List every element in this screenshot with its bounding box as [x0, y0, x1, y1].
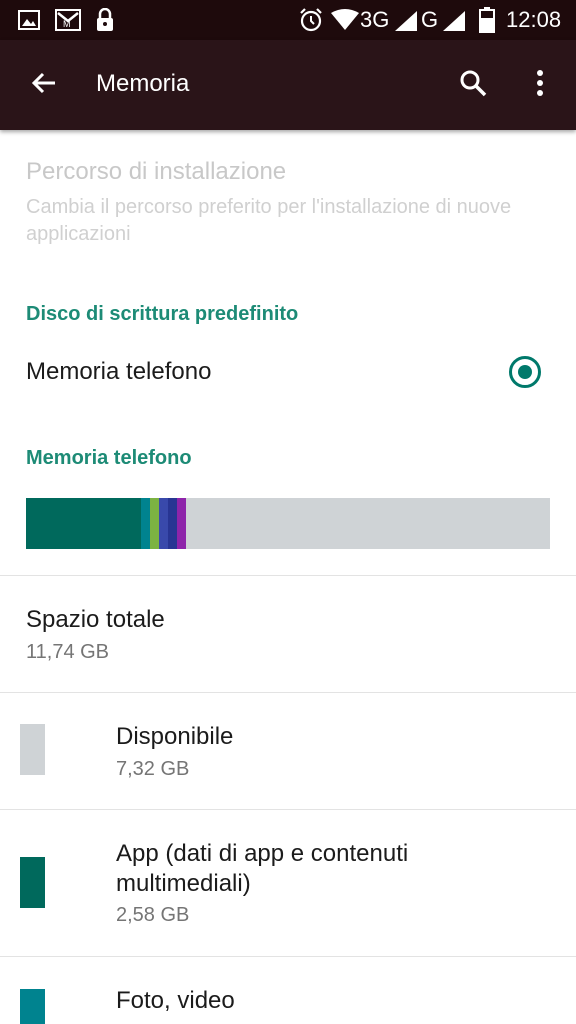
signal-icon: [394, 10, 418, 37]
page-title: Memoria: [96, 70, 190, 97]
storage-item-value: 2,58 GB: [116, 904, 190, 926]
total-space-title: Spazio totale: [26, 606, 165, 633]
mail-icon: M: [55, 9, 81, 36]
divider: [0, 809, 576, 810]
more-options-button[interactable]: [516, 61, 564, 109]
alarm-icon: [298, 7, 324, 38]
divider: [0, 575, 576, 576]
search-button[interactable]: [449, 61, 497, 109]
storage-bar-segment-downloads: [159, 498, 168, 549]
storage-color-swatch: [20, 857, 45, 908]
svg-text:M: M: [63, 19, 71, 29]
more-vert-icon: [536, 69, 544, 102]
storage-usage-bar: [26, 498, 550, 549]
default-disk-radio[interactable]: [509, 356, 541, 388]
storage-item-title: Foto, video: [116, 987, 235, 1014]
storage-bar-segment-apps: [26, 498, 141, 549]
gallery-icon: [18, 10, 40, 35]
storage-bar-segment-cache: [168, 498, 177, 549]
app-toolbar: Memoria: [0, 40, 576, 130]
default-disk-option-label: Memoria telefono: [26, 358, 212, 385]
storage-bar-segment-photos: [141, 498, 150, 549]
default-disk-header: Disco di scrittura predefinito: [26, 303, 299, 325]
network-type-3g: 3G: [360, 7, 390, 32]
battery-icon: [479, 7, 495, 38]
divider: [0, 692, 576, 693]
back-button[interactable]: [20, 61, 68, 109]
storage-bar-segment-audio: [150, 498, 159, 549]
storage-item-title: Disponibile: [116, 723, 234, 750]
storage-color-swatch: [20, 989, 45, 1024]
phone-storage-header: Memoria telefono: [26, 447, 192, 469]
search-icon: [459, 69, 487, 102]
install-path-summary: Cambia il percorso preferito per l'insta…: [26, 196, 512, 245]
status-bar: M 3G G 12:08: [0, 0, 576, 40]
storage-bar-segment-misc: [177, 498, 186, 549]
storage-item-value: 7,32 GB: [116, 758, 190, 780]
install-path-title: Percorso di installazione: [26, 158, 287, 185]
status-time: 12:08: [506, 7, 562, 32]
storage-color-swatch: [20, 724, 45, 775]
divider: [0, 956, 576, 957]
radio-selected-dot: [518, 365, 532, 379]
signal-icon: [442, 10, 466, 37]
storage-item-title: App (dati di app e contenuti multimedial…: [116, 840, 409, 897]
back-arrow-icon: [31, 71, 57, 100]
network-type-g: G: [421, 7, 439, 32]
wifi-icon: [330, 9, 360, 36]
lock-icon: [95, 7, 115, 37]
total-space-value: 11,74 GB: [26, 641, 110, 663]
